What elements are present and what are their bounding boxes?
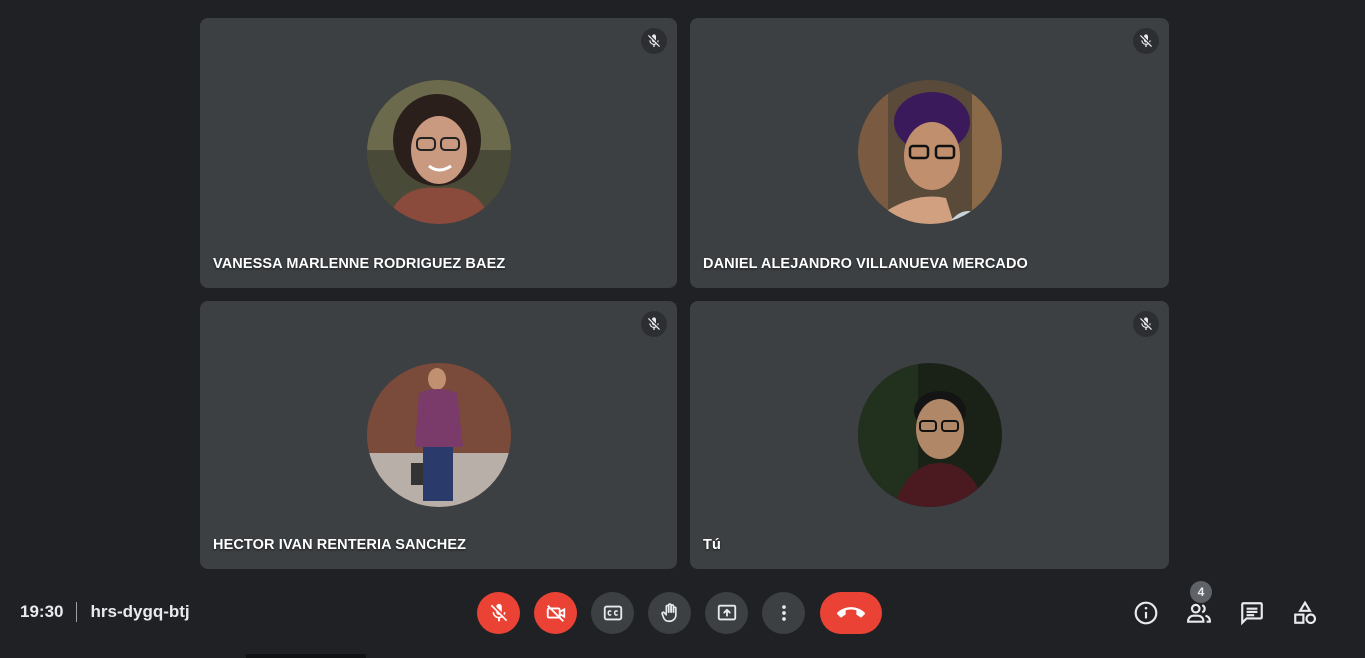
mic-off-icon [1140, 317, 1152, 330]
camera-off-icon [546, 605, 565, 622]
more-vert-icon [781, 605, 786, 621]
activities-button[interactable] [1284, 592, 1326, 634]
participant-avatar [857, 363, 1002, 507]
muted-mic-badge [1133, 28, 1159, 54]
meeting-info: 19:30 hrs-dygq-btj [20, 602, 190, 622]
participant-name: HECTOR IVAN RENTERIA SANCHEZ [213, 537, 467, 553]
participant-tile[interactable]: HECTOR IVAN RENTERIA SANCHEZ [200, 301, 677, 569]
muted-mic-badge [641, 311, 667, 337]
toggle-camera-button[interactable] [534, 592, 577, 634]
meeting-details-button[interactable] [1125, 592, 1167, 634]
info-icon [1134, 601, 1158, 625]
present-screen-button[interactable] [705, 592, 748, 634]
captions-button[interactable] [591, 592, 634, 634]
people-button[interactable]: 4 [1178, 581, 1220, 634]
present-screen-icon [717, 604, 736, 621]
end-call-icon [837, 607, 865, 618]
participant-tile-self[interactable]: Tú [690, 301, 1169, 569]
bottom-toolbar: 19:30 hrs-dygq-btj 4 [0, 578, 1365, 658]
muted-mic-badge [641, 28, 667, 54]
participant-name: DANIEL ALEJANDRO VILLANUEVA MERCADO [703, 256, 1028, 272]
mic-off-icon [648, 34, 660, 47]
muted-mic-badge [1133, 311, 1159, 337]
participant-avatar [366, 80, 511, 224]
meeting-code: hrs-dygq-btj [90, 602, 190, 621]
participant-name: VANESSA MARLENNE RODRIGUEZ BAEZ [213, 256, 506, 272]
mic-off-icon [1140, 34, 1152, 47]
meeting-time: 19:30 [20, 602, 64, 621]
people-icon [1187, 603, 1211, 623]
participant-tile[interactable]: VANESSA MARLENNE RODRIGUEZ BAEZ [200, 18, 677, 288]
divider [76, 602, 78, 622]
end-call-button[interactable] [820, 592, 882, 634]
chat-icon [1241, 602, 1263, 626]
side-panel-controls: 4 [1125, 581, 1365, 634]
toggle-mic-button[interactable] [477, 592, 520, 634]
meet-stage: VANESSA MARLENNE RODRIGUEZ BAEZ DANIEL A… [0, 0, 1365, 658]
participant-count-badge: 4 [1190, 581, 1212, 603]
hand-icon [660, 603, 677, 623]
closed-captions-icon [603, 605, 622, 621]
participant-avatar [857, 80, 1002, 224]
raise-hand-button[interactable] [648, 592, 691, 634]
participant-name: Tú [703, 537, 721, 553]
mic-off-icon [490, 603, 507, 622]
more-options-button[interactable] [762, 592, 805, 634]
bottom-indicator [246, 654, 366, 658]
participant-tile[interactable]: DANIEL ALEJANDRO VILLANUEVA MERCADO [690, 18, 1169, 288]
mic-off-icon [648, 317, 660, 330]
activities-icon [1294, 600, 1317, 625]
participant-avatar [366, 363, 511, 507]
chat-button[interactable] [1231, 592, 1273, 634]
